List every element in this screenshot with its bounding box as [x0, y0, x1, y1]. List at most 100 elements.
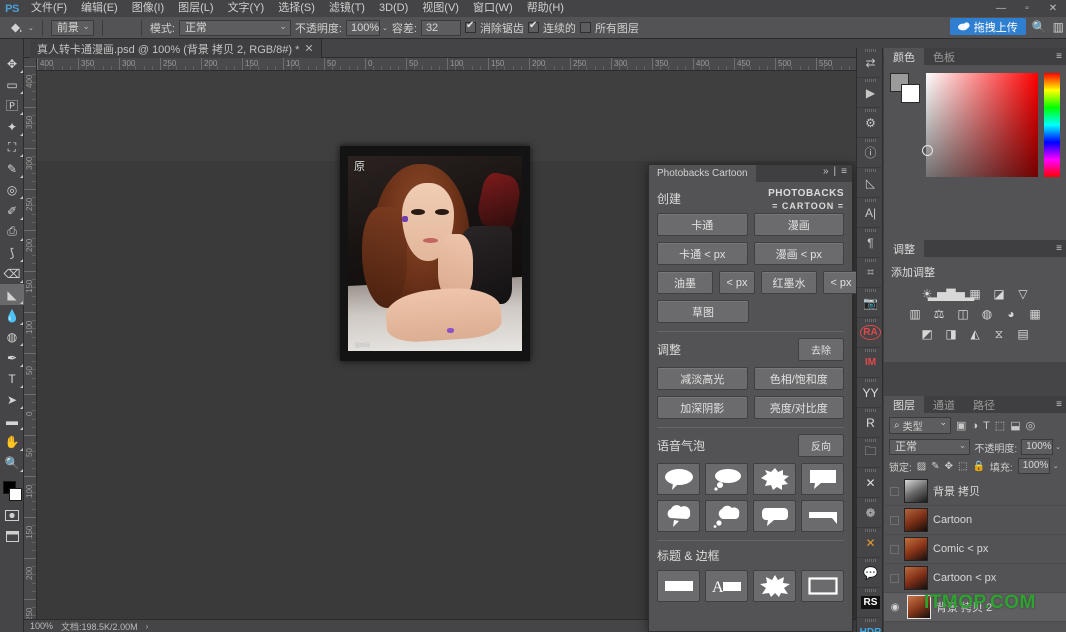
layer-fill-input[interactable]: 100% [1017, 458, 1050, 474]
filter-toggle-icon[interactable]: ◎ [1026, 419, 1036, 432]
hdr-plugin-icon[interactable]: HDR [857, 618, 884, 632]
opacity-input[interactable]: 100% [346, 19, 380, 36]
smart-object-filter-icon[interactable]: ⬓ [1010, 419, 1020, 432]
color-swatches[interactable] [0, 479, 23, 505]
menu-item-8[interactable]: 视图(V) [415, 0, 466, 17]
adjustment-filter-icon[interactable]: ◑ [971, 420, 978, 432]
maximize-button[interactable]: ▫ [1014, 0, 1040, 17]
color-balance-icon[interactable]: ⚖ [932, 307, 947, 321]
thought-cloud-bubble-icon[interactable] [705, 500, 748, 532]
search-icon[interactable]: 🔍 [1032, 20, 1047, 34]
antialias-checkbox[interactable] [464, 20, 476, 33]
im-plugin-icon[interactable]: IM [857, 348, 884, 378]
menu-item-3[interactable]: 图层(L) [171, 0, 220, 17]
blend-mode-select[interactable]: 正常 [178, 19, 291, 36]
yy-plugin-icon[interactable]: YY [857, 378, 884, 408]
opacity-chevron-icon[interactable]: ⌄ [382, 24, 388, 32]
menu-item-10[interactable]: 帮助(H) [520, 0, 571, 17]
tools-plugin-icon[interactable]: ✕ [857, 468, 884, 498]
tab-paths[interactable]: 路径 [964, 396, 1004, 413]
rs-plugin-icon[interactable]: RS [857, 588, 884, 618]
comic-button[interactable]: 漫画 [753, 213, 844, 236]
zoom-tool[interactable]: 🔍 [0, 452, 24, 473]
character-icon[interactable]: A| [857, 198, 884, 228]
photobacks-panel-tab[interactable]: Photobacks Cartoon [649, 165, 756, 182]
menu-item-5[interactable]: 选择(S) [271, 0, 322, 17]
tab-channels[interactable]: 通道 [924, 396, 964, 413]
paths-icon[interactable]: ◺ [857, 168, 884, 198]
layer-filter-type-select[interactable]: ⌕ 类型 [889, 417, 951, 434]
brush-tool[interactable]: ✐ [0, 200, 24, 221]
upload-button[interactable]: 拖拽上传 [949, 18, 1026, 35]
pixel-filter-icon[interactable]: ▣ [956, 419, 966, 432]
color-field-marker[interactable] [921, 145, 933, 156]
tab-swatches[interactable]: 色板 [924, 48, 964, 65]
lasso-tool[interactable]: 🄿 [0, 95, 24, 116]
minimize-button[interactable]: — [988, 0, 1014, 17]
selective-color-icon[interactable]: ⧖ [992, 327, 1007, 341]
layer-visibility-toggle[interactable] [890, 573, 899, 583]
bubble-plugin-icon[interactable]: 💬 [857, 558, 884, 588]
invert-button[interactable]: 反向 [798, 434, 844, 457]
clone-stamp-tool[interactable]: ⎙ [0, 221, 24, 242]
menu-item-7[interactable]: 3D(D) [372, 0, 415, 17]
all-layers-checkbox[interactable] [579, 22, 591, 33]
shape-tool[interactable]: ▬ [0, 410, 24, 431]
close-button[interactable]: ✕ [1040, 0, 1066, 17]
lock-all-icon[interactable]: 🔒 [972, 461, 984, 472]
pen-tool[interactable]: ✒ [0, 347, 24, 368]
banner-bubble-icon[interactable] [801, 500, 844, 532]
contiguous-checkbox[interactable] [527, 20, 539, 33]
layer-visibility-toggle[interactable] [890, 486, 899, 496]
layer-opacity-input[interactable]: 100% [1021, 439, 1054, 455]
ink-button[interactable]: 油墨 [657, 271, 713, 294]
camera-icon[interactable]: 📷 [857, 288, 884, 318]
hue-saturation-button[interactable]: 色相/饱和度 [753, 367, 844, 390]
ra-plugin-icon[interactable]: RA [857, 318, 884, 348]
cartoon-button[interactable]: 卡通 [657, 213, 748, 236]
panel-menu-icon[interactable]: ≡ [1056, 243, 1062, 254]
lock-image-icon[interactable]: ✎ [931, 461, 939, 472]
menu-item-2[interactable]: 图像(I) [125, 0, 171, 17]
layer-visibility-toggle[interactable]: ◉ [888, 602, 902, 613]
document-tab[interactable]: 真人转卡通漫画.psd @ 100% (背景 拷贝 2, RGB/8#) * ✕ [30, 39, 322, 58]
letter-title-icon[interactable]: A [705, 570, 748, 602]
opacity-chevron-icon[interactable]: ⌄ [1055, 443, 1061, 451]
tolerance-input[interactable]: 32 [420, 19, 461, 36]
dodge-tool[interactable]: ◍ [0, 326, 24, 347]
frame-title-icon[interactable] [801, 570, 844, 602]
layer-row[interactable]: Cartoon < px [884, 564, 1066, 593]
healing-brush-tool[interactable]: ◎ [0, 179, 24, 200]
cloud-bubble-icon[interactable] [657, 500, 700, 532]
red-ink-button[interactable]: 红墨水 [761, 271, 817, 294]
menu-item-1[interactable]: 编辑(E) [74, 0, 125, 17]
layer-row[interactable]: 背景 拷贝 [884, 477, 1066, 506]
quick-mask-icon[interactable] [0, 505, 24, 526]
rpro-plugin-icon[interactable]: R [857, 408, 884, 438]
quick-selection-tool[interactable]: ✦ [0, 116, 24, 137]
curves-icon[interactable]: ▦ [968, 287, 983, 301]
cartoon-px-button[interactable]: 卡通 < px [657, 242, 748, 265]
panel-menu-icon[interactable]: ≡ [841, 166, 847, 177]
history-icon[interactable]: ⇄ [857, 48, 884, 78]
background-swatch[interactable] [901, 84, 920, 103]
ink-px-button[interactable]: < px [719, 271, 755, 294]
channel-mixer-icon[interactable]: ◕ [1004, 307, 1019, 321]
paint-bucket-tool[interactable]: ◣ [0, 284, 24, 305]
threshold-icon[interactable]: ◭ [968, 327, 983, 341]
rounded-bubble-icon[interactable] [753, 500, 796, 532]
blur-tool[interactable]: 💧 [0, 305, 24, 326]
lock-position-icon[interactable]: ✥ [945, 461, 953, 472]
burst-title-icon[interactable] [753, 570, 796, 602]
menu-item-9[interactable]: 窗口(W) [466, 0, 520, 17]
fill-chevron-icon[interactable]: ⌄ [1053, 462, 1059, 470]
aperture-plugin-icon[interactable]: ❁ [857, 498, 884, 528]
screen-mode-icon[interactable] [0, 526, 24, 547]
tools-orange-plugin-icon[interactable]: ✕ [857, 528, 884, 558]
comic-px-button[interactable]: 漫画 < px [753, 242, 844, 265]
actions-play-icon[interactable]: ▶ [857, 78, 884, 108]
color-lookup-icon[interactable]: ▦ [1028, 307, 1043, 321]
marquee-tool[interactable]: ▭ [0, 74, 24, 95]
panel-menu-icon[interactable]: ≡ [1056, 399, 1062, 410]
hue-saturation-icon[interactable]: ▥ [908, 307, 923, 321]
